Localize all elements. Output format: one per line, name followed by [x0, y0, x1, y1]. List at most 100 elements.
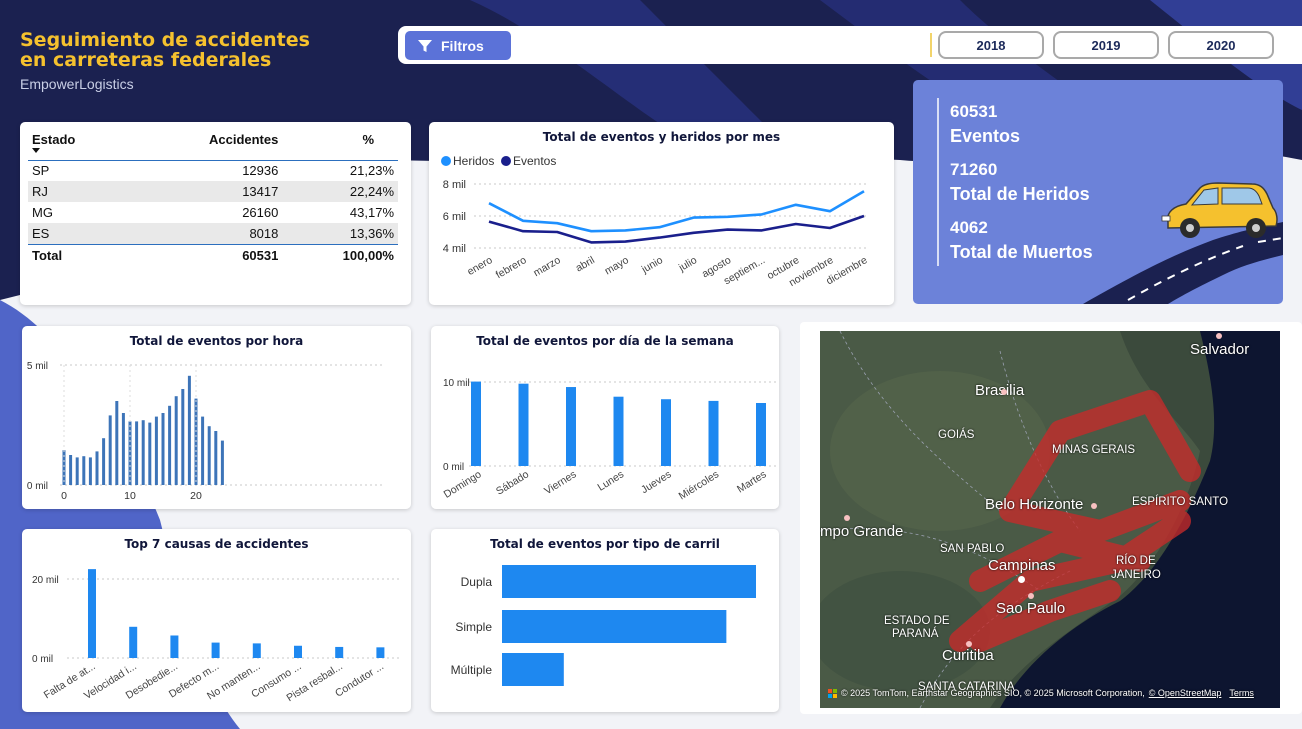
city-dot: [1028, 593, 1034, 599]
filter-divider: [930, 33, 932, 57]
bar: [201, 416, 205, 485]
cell-pct: 43,17%: [349, 205, 394, 220]
year-button-2018[interactable]: 2018: [938, 31, 1044, 59]
car-icon: [1161, 182, 1278, 238]
bar: [566, 387, 576, 466]
cell-pct: 22,24%: [349, 184, 394, 199]
y-tick-label: Múltiple: [451, 663, 493, 677]
causes-bar-chart: 0 mil20 milFalta de at...Velocidad i...D…: [32, 569, 400, 704]
cell-accidentes: 26160: [242, 205, 279, 220]
column-header-accidentes[interactable]: Accidentes: [129, 132, 281, 160]
y-tick-label: 0 mil: [27, 481, 48, 492]
osm-link[interactable]: © OpenStreetMap: [1149, 688, 1222, 698]
total-accidentes: 60531: [242, 247, 279, 263]
monthly-line-chart: 4 mil 6 mil 8 mil Heridos Eventos enero febrer…: [441, 154, 870, 289]
bar: [187, 375, 191, 485]
city-dot: [844, 515, 850, 521]
attribution-text: © 2025 TomTom, Earthstar Geographics SIO…: [841, 688, 1145, 698]
bar: [121, 413, 125, 485]
legend-marker: [441, 156, 451, 166]
kpi-panel: 60531 Eventos 71260 Total de Heridos 406…: [913, 80, 1283, 304]
total-pct: 100,00%: [342, 247, 394, 263]
map-label-rio-1: RÍO DE: [1116, 555, 1156, 567]
cell-accidentes: 12936: [242, 163, 279, 179]
bar: [502, 565, 756, 598]
dashboard-title: Seguimiento de accidentes en carreteras …: [20, 30, 310, 70]
bar: [102, 438, 106, 485]
map-label-rio-2: JANEIRO: [1111, 569, 1161, 581]
title-line-1: Seguimiento de accidentes: [20, 29, 310, 51]
weekday-bar-chart: 0 mil 10 mil Domingo Sábado Viernes Lunes Juev…: [442, 378, 779, 502]
cell-estado: SP: [32, 163, 50, 179]
x-tick-label: febrero: [494, 254, 529, 281]
bar: [214, 431, 218, 485]
causes-bar-chart-card: Top 7 causas de accidentes 0 mil 20 mil Fa…: [22, 529, 411, 712]
total-label: Total: [32, 247, 63, 263]
lane-type-bar-chart: Dupla Simple Múltiple: [451, 565, 756, 686]
y-tick-label: 5 mil: [27, 361, 48, 372]
accident-map-card: Salvador Brasilia GOIÁS MINAS GERAIS Bel…: [800, 322, 1302, 714]
bar: [129, 626, 138, 658]
bar: [756, 403, 766, 466]
x-tick-label: abril: [574, 254, 597, 274]
year-button-2019[interactable]: 2019: [1053, 31, 1159, 59]
year-button-2020[interactable]: 2020: [1168, 31, 1274, 59]
x-tick-label: Viernes: [542, 468, 578, 497]
accident-map[interactable]: Salvador Brasilia GOIÁS MINAS GERAIS Bel…: [820, 331, 1280, 708]
map-label-campinas: Campinas: [988, 557, 1056, 574]
company-name: EmpowerLogistics: [20, 76, 134, 92]
bar: [181, 389, 185, 485]
map-label-belo-horizonte: Belo Horizonte: [985, 496, 1084, 513]
map-label-salvador: Salvador: [1190, 341, 1250, 358]
x-tick-label: Jueves: [639, 468, 674, 496]
kpi-heridos-label: Total de Heridos: [950, 184, 1090, 204]
bar: [75, 457, 79, 485]
x-tick-label: 10: [124, 490, 136, 502]
map-label-espirito-santo: ESPÍRITO SANTO: [1132, 496, 1229, 508]
filters-button-label: Filtros: [441, 37, 484, 54]
bar: [154, 416, 158, 485]
title-line-2: en carreteras federales: [20, 49, 272, 71]
bar: [471, 381, 481, 466]
microsoft-logo-icon: [828, 688, 837, 698]
terms-link[interactable]: Terms: [1229, 688, 1254, 698]
legend-label: Heridos: [453, 154, 494, 168]
bar: [168, 405, 172, 485]
bar: [502, 653, 564, 686]
x-tick-label: Martes: [735, 468, 769, 495]
x-tick-label: Miércoles: [677, 468, 721, 502]
kpi-muertos-label: Total de Muertos: [950, 242, 1093, 262]
table-row: MG 26160 43,17%: [28, 202, 398, 223]
cell-accidentes: 13417: [242, 184, 279, 199]
kpi-eventos-label: Eventos: [950, 126, 1021, 146]
bar: [69, 455, 73, 485]
bar: [88, 457, 92, 485]
x-tick-label: enero: [465, 254, 494, 278]
cell-estado: MG: [32, 205, 53, 220]
map-label-curitiba: Curitiba: [942, 647, 994, 664]
filters-button[interactable]: Filtros: [405, 31, 511, 60]
bar: [502, 610, 727, 643]
cell-pct: 13,36%: [349, 225, 394, 241]
table-row: SP 12936 21,23%: [28, 160, 398, 181]
column-header-pct[interactable]: %: [280, 132, 398, 160]
cell-accidentes: 8018: [249, 225, 279, 241]
filter-bar: [398, 26, 1302, 64]
bar: [88, 569, 96, 658]
bar: [613, 396, 624, 466]
column-header-estado[interactable]: Estado: [28, 132, 129, 160]
map-label-brasilia: Brasilia: [975, 382, 1025, 399]
legend-label: Eventos: [513, 154, 556, 168]
table-total-row: Total 60531 100,00%: [28, 244, 398, 266]
map-label-san-pablo: SAN PABLO: [940, 543, 1005, 555]
bar: [211, 642, 220, 658]
y-tick-label: 4 mil: [443, 243, 466, 255]
x-tick-label: junio: [639, 254, 665, 276]
bar: [82, 456, 86, 485]
bar: [207, 426, 211, 485]
bar: [141, 420, 145, 485]
y-tick-label: 0 mil: [32, 654, 53, 665]
city-dot: [1018, 576, 1025, 583]
bar: [148, 422, 152, 485]
x-tick-label: Domingo: [442, 468, 484, 501]
